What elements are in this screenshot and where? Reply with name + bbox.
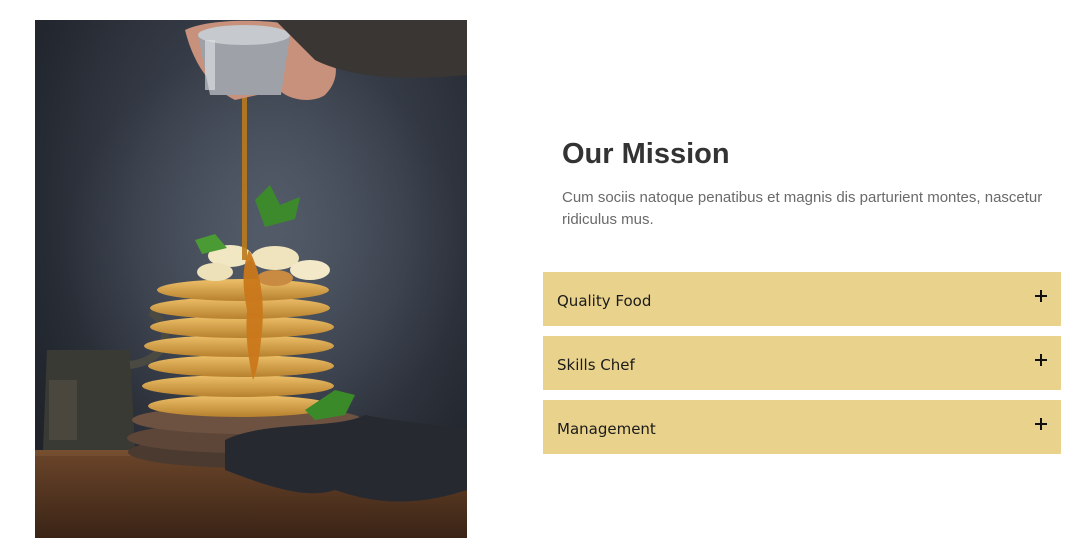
plus-icon[interactable] bbox=[1035, 354, 1047, 366]
accordion-item-label: Management bbox=[557, 420, 656, 438]
accordion-item-label: Skills Chef bbox=[557, 356, 635, 374]
pancake-photo bbox=[35, 20, 467, 538]
accordion-item-label: Quality Food bbox=[557, 292, 652, 310]
plus-icon[interactable] bbox=[1035, 418, 1047, 430]
pancake-illustration bbox=[35, 20, 467, 538]
section-title: Our Mission bbox=[562, 138, 730, 170]
section-description: Cum sociis natoque penatibus et magnis d… bbox=[562, 189, 1043, 228]
plus-icon[interactable] bbox=[1035, 290, 1047, 302]
accordion-item-skills-chef[interactable]: Skills Chef bbox=[543, 336, 1061, 390]
accordion-item-quality-food[interactable]: Quality Food bbox=[543, 272, 1061, 326]
accordion-item-management[interactable]: Management bbox=[543, 400, 1061, 454]
